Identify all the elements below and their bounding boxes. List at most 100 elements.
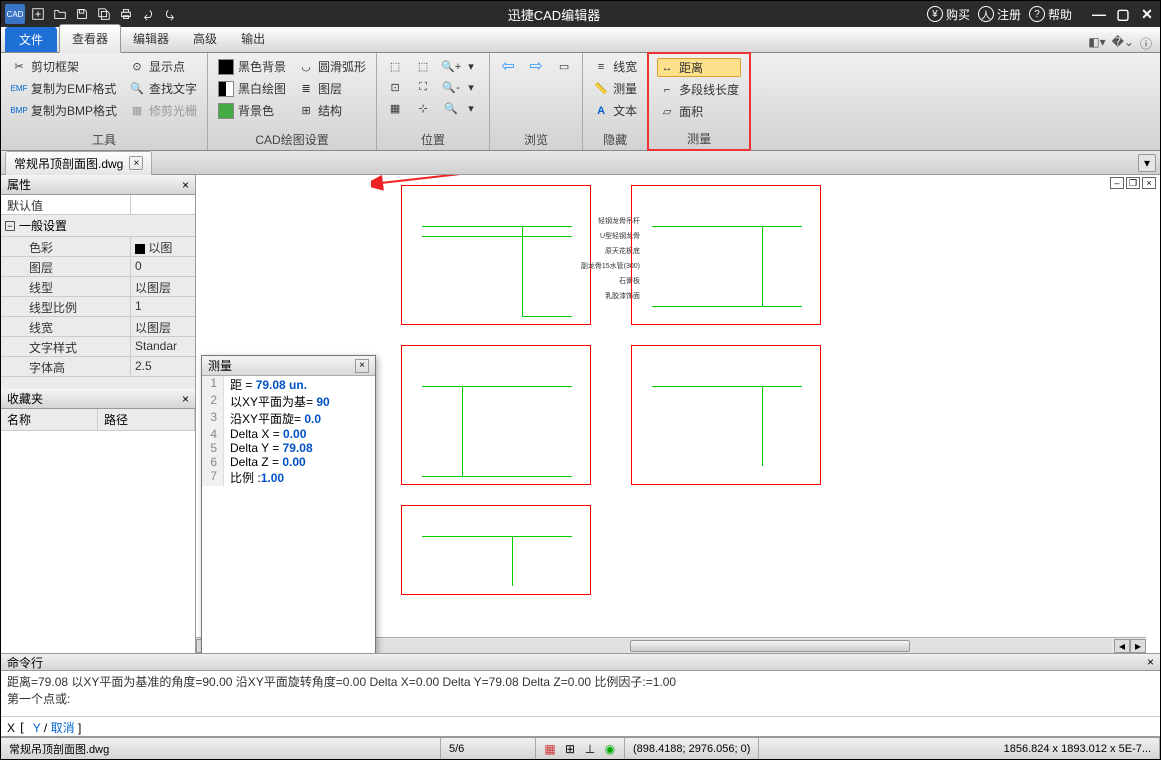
redo-icon[interactable] — [159, 3, 181, 25]
tab-editor[interactable]: 编辑器 — [121, 25, 181, 52]
zoom-in[interactable]: 🔍+▾ — [441, 57, 481, 75]
ribbon-collapse-icon[interactable]: �⁠⌄ — [1112, 35, 1134, 52]
osnap-icon[interactable]: ◉ — [602, 741, 618, 757]
tab-file[interactable]: 文件 — [5, 27, 57, 52]
measure-polyline[interactable]: ⌐多段线长度 — [657, 80, 741, 99]
tab-viewer[interactable]: 查看器 — [59, 24, 121, 53]
prop-layer[interactable]: 图层0 — [1, 257, 195, 277]
ribbon-tabs: 文件 查看器 编辑器 高级 输出 ◧▾ �⁠⌄ ⓘ — [1, 27, 1160, 53]
measure-close-icon[interactable]: × — [355, 359, 369, 373]
nav-prev[interactable]: ⇦ — [498, 57, 518, 75]
prop-color[interactable]: 色彩 以图 — [1, 237, 195, 257]
status-toggles: ▦ ⊞ ⊥ ◉ — [536, 738, 625, 759]
commandline-header: 命令行× — [1, 653, 1160, 671]
show-points[interactable]: ⊙显示点 — [127, 57, 199, 76]
measure-distance[interactable]: ↔距离 — [657, 58, 741, 77]
props-close-icon[interactable]: × — [182, 178, 189, 192]
minimize-icon[interactable]: — — [1090, 5, 1108, 23]
fav-columns: 名称 路径 — [1, 409, 195, 431]
titlebar: CAD 迅捷CAD编辑器 ¥购买 人注册 ?帮助 — ▢ ✕ — [1, 1, 1160, 27]
status-file: 常规吊顶剖面图.dwg — [1, 738, 441, 759]
undo-icon[interactable] — [137, 3, 159, 25]
pos-4[interactable]: ⬚ — [413, 57, 433, 75]
app-title: 迅捷CAD编辑器 — [181, 5, 927, 24]
hide-text[interactable]: A文本 — [591, 101, 639, 120]
prop-ltscale[interactable]: 线型比例1 — [1, 297, 195, 317]
measure-panel[interactable]: 测量 × 1距 = 79.08 un. 2以XY平面为基= 90 3沿XY平面旋… — [201, 355, 376, 653]
doc-tab[interactable]: 常规吊顶剖面图.dwg × — [5, 151, 152, 175]
black-bg[interactable]: 黑色背景 — [216, 57, 288, 76]
close-icon[interactable]: ✕ — [1138, 5, 1156, 23]
prop-fontheight[interactable]: 字体高2.5 — [1, 357, 195, 377]
print-icon[interactable] — [115, 3, 137, 25]
linewidth[interactable]: ≡线宽 — [591, 57, 639, 76]
help-link[interactable]: ?帮助 — [1029, 6, 1072, 23]
snap-icon[interactable]: ▦ — [542, 741, 558, 757]
fav-close-icon[interactable]: × — [182, 392, 189, 406]
document-tabs: 常规吊顶剖面图.dwg × ▾ — [1, 151, 1160, 175]
ribbon-style-icon[interactable]: ◧▾ — [1088, 35, 1105, 52]
group-measure: ↔距离 ⌐多段线长度 ▱面积 测量 — [647, 52, 751, 151]
ribbon-help-icon[interactable]: ⓘ — [1140, 35, 1152, 52]
group-cad-settings: 黑色背景 黑白绘图 背景色 ◡圆滑弧形 ≣图层 ⊞结构 CAD绘图设置 — [208, 53, 377, 150]
app-window: CAD 迅捷CAD编辑器 ¥购买 人注册 ?帮助 — ▢ ✕ 文件 查看器 编辑… — [0, 0, 1161, 760]
trim-raster: ▦修剪光栅 — [127, 101, 199, 120]
bg-color[interactable]: 背景色 — [216, 101, 288, 120]
cmd-close-icon[interactable]: × — [1147, 655, 1154, 669]
measure-area[interactable]: ▱面积 — [657, 102, 741, 121]
main-area: 属性× 默认值 −一般设置 色彩 以图 图层0 线型以图层 线型比例1 线宽以图… — [1, 175, 1160, 653]
pos-3[interactable]: ▦ — [385, 99, 405, 117]
pos-6[interactable]: ⊹ — [413, 99, 433, 117]
tab-output[interactable]: 输出 — [229, 25, 277, 52]
status-dims: 1856.824 x 1893.012 x 5E-7... — [996, 738, 1160, 759]
grid-icon[interactable]: ⊞ — [562, 741, 578, 757]
zoom-fit[interactable]: 🔍▾ — [441, 99, 481, 117]
bw-draw[interactable]: 黑白绘图 — [216, 79, 288, 98]
zoom-out[interactable]: 🔍-▾ — [441, 78, 481, 96]
copy-emf[interactable]: EMF复制为EMF格式 — [9, 79, 119, 98]
nav-next[interactable]: ⇨ — [526, 57, 546, 75]
new-icon[interactable] — [27, 3, 49, 25]
pos-1[interactable]: ⬚ — [385, 57, 405, 75]
prop-linetype[interactable]: 线型以图层 — [1, 277, 195, 297]
pos-5[interactable]: ⛶ — [413, 78, 433, 96]
properties-header: 属性× — [1, 175, 195, 195]
group-tools: ✂剪切框架 EMF复制为EMF格式 BMP复制为BMP格式 ⊙显示点 🔍查找文字… — [1, 53, 208, 150]
register-link[interactable]: 人注册 — [978, 6, 1021, 23]
saveall-icon[interactable] — [93, 3, 115, 25]
hide-measure[interactable]: 📏测量 — [591, 79, 639, 98]
copy-bmp[interactable]: BMP复制为BMP格式 — [9, 101, 119, 120]
buy-link[interactable]: ¥购买 — [927, 6, 970, 23]
prop-lineweight[interactable]: 线宽以图层 — [1, 317, 195, 337]
save-icon[interactable] — [71, 3, 93, 25]
group-position: ⬚ ⊡ ▦ ⬚ ⛶ ⊹ 🔍+▾ 🔍-▾ 🔍▾ 位置 — [377, 53, 490, 150]
status-bar: 常规吊顶剖面图.dwg 5/6 ▦ ⊞ ⊥ ◉ (898.4188; 2976.… — [1, 737, 1160, 759]
smooth-arc[interactable]: ◡圆滑弧形 — [296, 57, 368, 76]
find-text[interactable]: 🔍查找文字 — [127, 79, 199, 98]
commandline-output: 距离=79.08 以XY平面为基准的角度=90.00 沿XY平面旋转角度=0.0… — [1, 671, 1160, 717]
group-browse: ⇦ ⇨ ▭ 浏览 — [490, 53, 583, 150]
measure-header[interactable]: 测量 × — [202, 356, 375, 376]
maximize-icon[interactable]: ▢ — [1114, 5, 1132, 23]
favorites-header: 收藏夹× — [1, 389, 195, 409]
default-row[interactable]: 默认值 — [1, 195, 195, 215]
prop-textstyle[interactable]: 文字样式Standar — [1, 337, 195, 357]
tab-advanced[interactable]: 高级 — [181, 25, 229, 52]
app-icon: CAD — [5, 4, 25, 24]
commandline-input[interactable]: X [ Y / 取消 ] — [1, 717, 1160, 737]
group-hide: ≡线宽 📏测量 A文本 隐藏 — [583, 53, 648, 150]
general-group[interactable]: −一般设置 — [1, 215, 195, 237]
pos-2[interactable]: ⊡ — [385, 78, 405, 96]
fav-list[interactable] — [1, 431, 195, 653]
measure-results: 1距 = 79.08 un. 2以XY平面为基= 90 3沿XY平面旋= 0.0… — [202, 376, 375, 653]
nav-drop[interactable]: ▭ — [554, 57, 574, 75]
close-tab-icon[interactable]: × — [129, 156, 143, 170]
ortho-icon[interactable]: ⊥ — [582, 741, 598, 757]
cut-frame[interactable]: ✂剪切框架 — [9, 57, 119, 76]
layers[interactable]: ≣图层 — [296, 79, 368, 98]
status-pages: 5/6 — [441, 738, 536, 759]
status-coords: (898.4188; 2976.056; 0) — [625, 738, 759, 759]
open-icon[interactable] — [49, 3, 71, 25]
tab-dropdown-icon[interactable]: ▾ — [1138, 154, 1156, 172]
structure[interactable]: ⊞结构 — [296, 101, 368, 120]
